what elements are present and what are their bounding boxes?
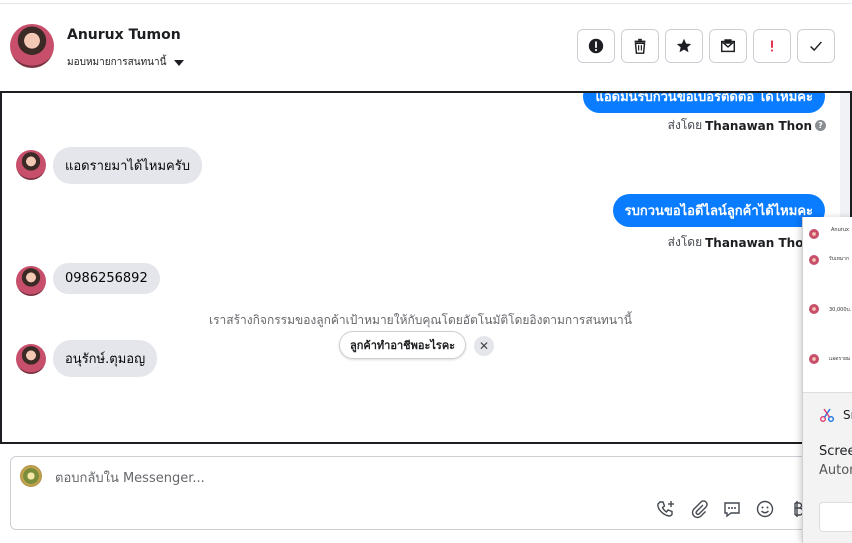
- contact-avatar[interactable]: [10, 24, 54, 68]
- call-button[interactable]: [656, 499, 676, 519]
- mark-done-button[interactable]: [797, 29, 835, 63]
- help-icon[interactable]: ?: [815, 120, 826, 131]
- thumbnail-avatar: [809, 255, 819, 265]
- snip-title: Scree: [819, 444, 852, 459]
- conversation-toolbar: [577, 29, 835, 63]
- delete-button[interactable]: [621, 29, 659, 63]
- star-button[interactable]: [665, 29, 703, 63]
- chat-bubble-icon: [724, 502, 740, 518]
- incoming-message: 0986256892: [53, 263, 160, 294]
- sent-by-prefix: ส่งโดย: [667, 118, 703, 132]
- exclamation-icon: [771, 40, 773, 52]
- check-icon: [810, 41, 822, 52]
- saved-replies-button[interactable]: [722, 499, 742, 519]
- snip-app-label: Sn: [843, 408, 852, 422]
- report-button[interactable]: [577, 29, 615, 63]
- report-icon: [588, 38, 604, 54]
- thumbnail-text: แอดรายม: [829, 356, 851, 362]
- thumbnail-avatar: [809, 304, 819, 314]
- suggested-reply-chip[interactable]: ลูกค้าทำอาชีพอะไรคะ: [339, 331, 467, 359]
- snip-notification-popup[interactable]: Anurux รับเหมาก 30,000บ. แอดรายม Sn Scre…: [802, 217, 852, 543]
- contact-avatar-small[interactable]: [16, 344, 46, 374]
- snip-subtitle: Autom: [819, 463, 852, 478]
- screenshot-thumbnail[interactable]: Anurux รับเหมาก 30,000บ. แอดรายม: [803, 217, 852, 393]
- contact-avatar-small[interactable]: [16, 150, 46, 180]
- paperclip-icon: [691, 500, 708, 519]
- contact-avatar-small[interactable]: [16, 266, 46, 296]
- mark-spam-button[interactable]: [753, 29, 791, 63]
- sent-by-label: ส่งโดย Thanawan Thon: [668, 233, 812, 252]
- composer-tools: [656, 499, 808, 519]
- incoming-message: อนุรักษ์.ตุมอญ: [53, 340, 158, 377]
- envelope-icon: [720, 39, 736, 53]
- system-note: เราสร้างกิจกรรมของลูกค้าเป้าหมายให้กับคุ…: [209, 313, 632, 327]
- assign-conversation-label: มอบหมายการสนทนานี้: [67, 57, 167, 68]
- thumbnail-text: 30,000บ.: [829, 307, 852, 313]
- top-divider: [0, 3, 852, 4]
- caret-down-icon: [174, 59, 185, 66]
- chat-thread[interactable]: แอดมินรบกวนขอเบอร์ติดต่อ ได้ไหมคะ ส่งโดย…: [0, 91, 852, 444]
- page-avatar: [20, 465, 42, 487]
- sent-by-name[interactable]: Thanawan Thon: [705, 236, 812, 250]
- sent-by-prefix: ส่งโดย: [667, 235, 703, 249]
- mark-unread-button[interactable]: [709, 29, 747, 63]
- outgoing-message: แอดมินรบกวนขอเบอร์ติดต่อ ได้ไหมคะ: [583, 93, 825, 113]
- close-icon[interactable]: ✕: [474, 336, 494, 356]
- reply-composer: [10, 456, 852, 530]
- snip-action-button[interactable]: [819, 502, 852, 532]
- messenger-inbox: Anurux Tumon มอบหมายการสนทนานี้ แอดมินรบ…: [0, 0, 852, 543]
- attach-button[interactable]: [689, 499, 709, 519]
- phone-plus-icon: [657, 501, 674, 517]
- star-icon: [676, 38, 692, 53]
- scissors-icon: [820, 408, 834, 422]
- trash-icon: [634, 38, 646, 54]
- sent-by-label: ส่งโดย Thanawan Thon ?: [668, 116, 826, 135]
- smiley-icon: [756, 500, 774, 518]
- thumbnail-name: Anurux: [831, 227, 849, 233]
- thumbnail-avatar: [809, 229, 819, 239]
- outgoing-message: รบกวนขอไอดีไลน์ลูกค้าได้ไหมคะ: [612, 194, 825, 227]
- assign-conversation-dropdown[interactable]: มอบหมายการสนทนานี้: [67, 55, 185, 70]
- sent-by-name[interactable]: Thanawan Thon: [705, 119, 812, 133]
- reply-input[interactable]: [55, 467, 755, 489]
- thumbnail-avatar: [809, 354, 819, 364]
- contact-name[interactable]: Anurux Tumon: [67, 27, 181, 43]
- thumbnail-text: รับเหมาก: [829, 256, 849, 262]
- emoji-button[interactable]: [755, 499, 775, 519]
- incoming-message: แอดรายมาได้ไหมครับ: [53, 147, 202, 184]
